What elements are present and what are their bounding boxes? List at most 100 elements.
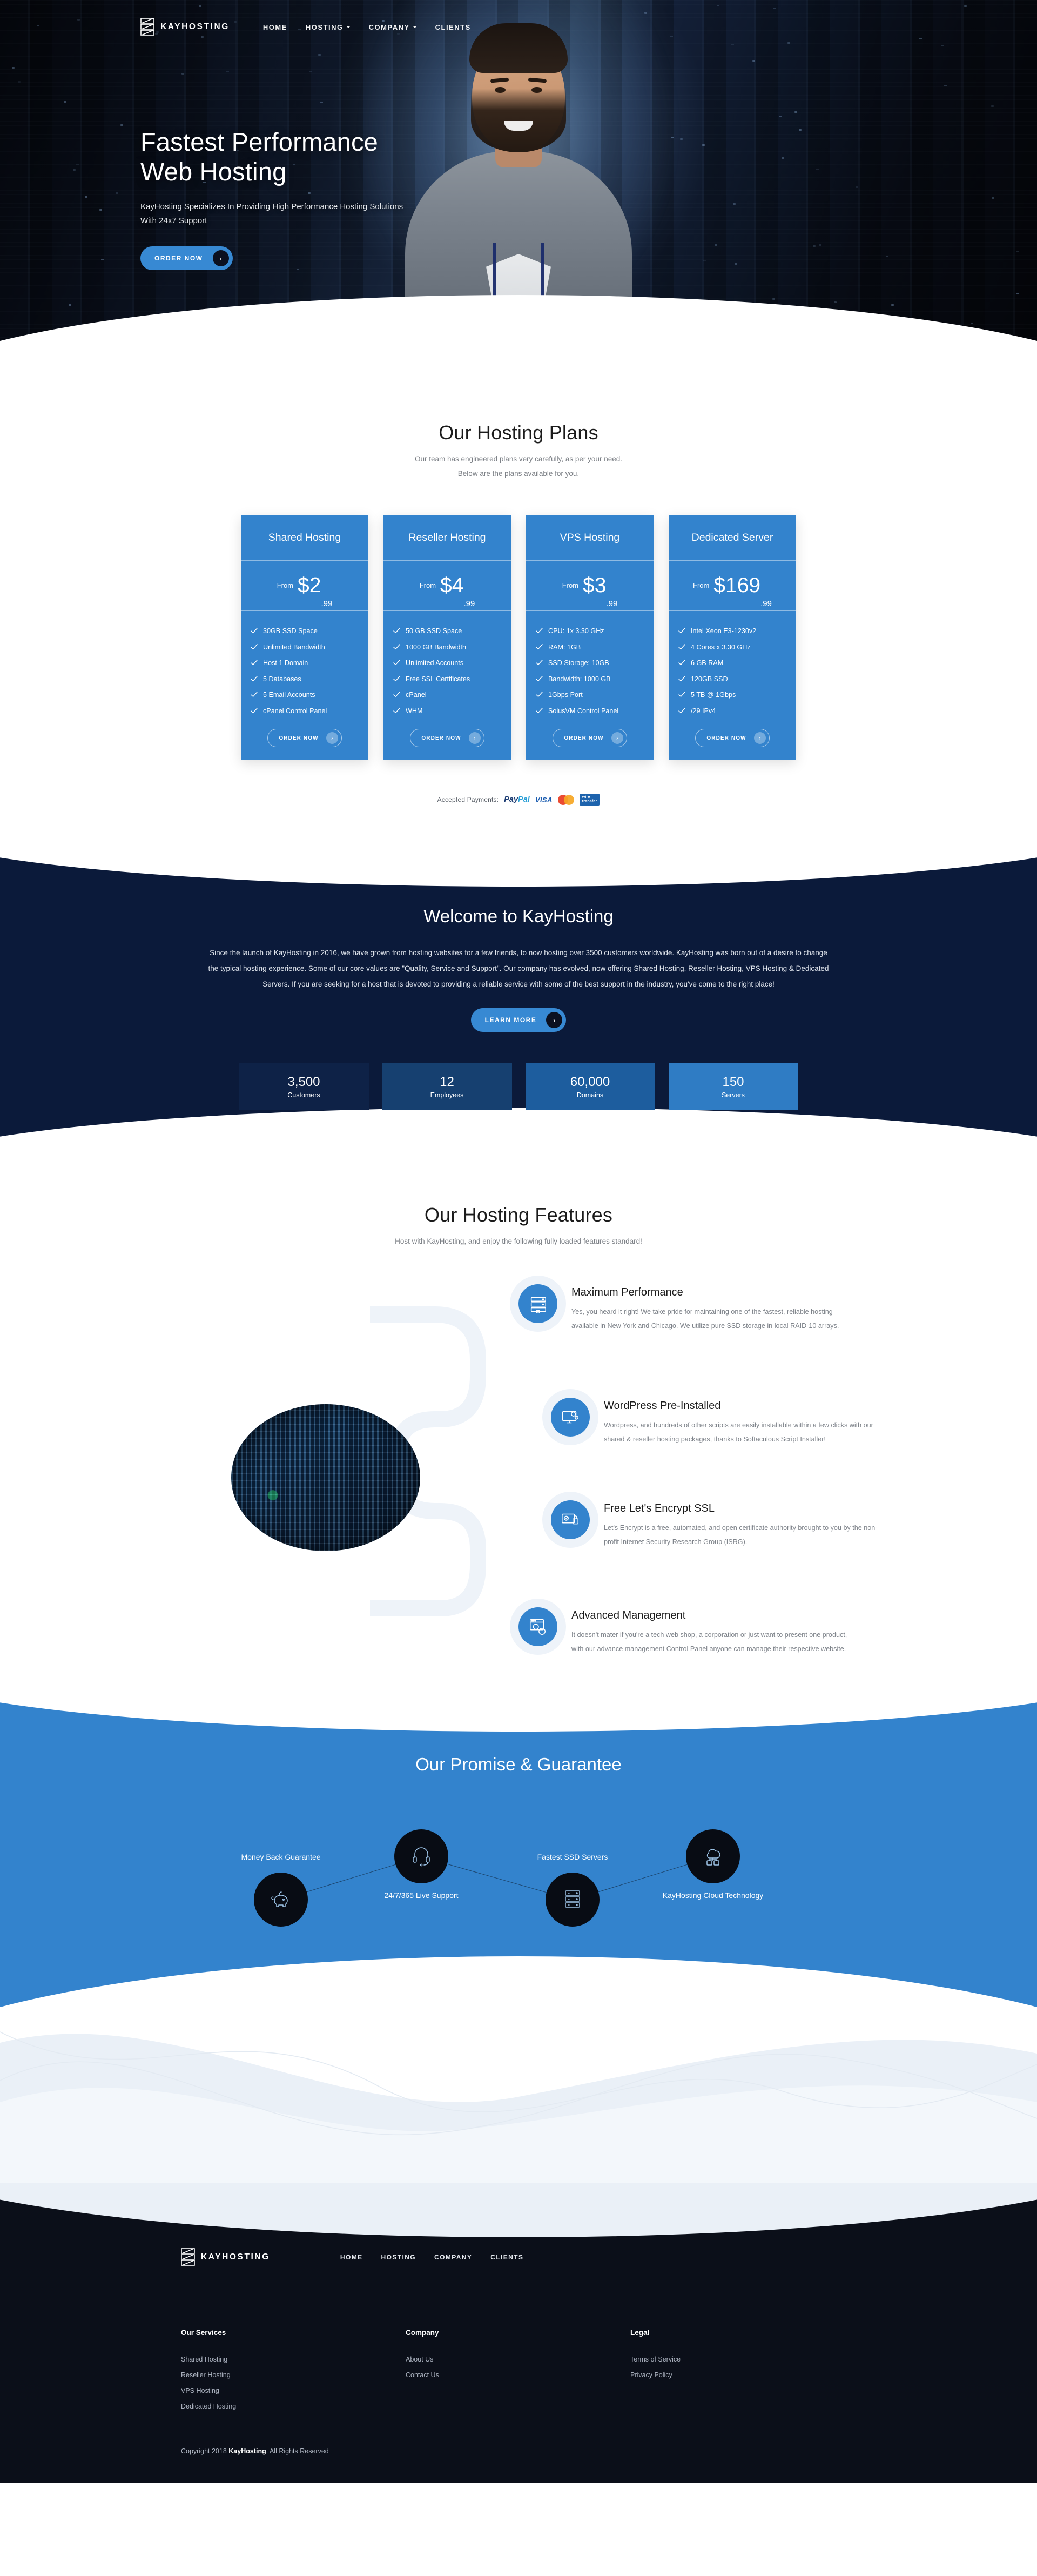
footer-top-curve: [0, 2183, 1037, 2237]
plan-order-now-button[interactable]: ORDER NOW ›: [553, 729, 627, 747]
accepted-payments: Accepted Payments: PayPal VISA wire trans…: [0, 794, 1037, 854]
promise-node: Fastest SSD Servers: [546, 1873, 600, 1927]
footer-link[interactable]: About Us: [406, 2352, 630, 2367]
datacenter-photo: [231, 1404, 420, 1551]
plan-feature-item: CPU: 1x 3.30 GHz: [536, 625, 644, 638]
brand-logo-link[interactable]: KAYHOSTING: [140, 18, 230, 36]
plan-feature-list: 30GB SSD Space Unlimited Bandwidth Host 1 …: [241, 611, 368, 723]
stat-card: 3,500 Customers: [239, 1063, 369, 1110]
plan-price-cents: .99: [463, 599, 475, 608]
check-icon: [251, 643, 258, 650]
features-diagram: Maximum Performance Yes, you heard it rig…: [205, 1284, 832, 1662]
check-icon: [393, 627, 400, 634]
check-icon: [536, 675, 543, 682]
plan-name: Reseller Hosting: [383, 515, 511, 561]
footer-nav-item-company[interactable]: COMPANY: [434, 2253, 472, 2261]
plan-feature-label: CPU: 1x 3.30 GHz: [548, 625, 604, 638]
plans-subtitle: Our team has engineered plans very caref…: [0, 452, 1037, 481]
chevron-down-icon: [346, 26, 351, 28]
features-subtitle: Host with KayHosting, and enjoy the foll…: [0, 1234, 1037, 1249]
feature-body: Wordpress, and hundreds of other scripts…: [604, 1419, 885, 1446]
promise-bottom-curve: [0, 1956, 1037, 2021]
plan-card[interactable]: Dedicated Server From $169 .99 Intel Xeon E3…: [669, 515, 796, 760]
promise-node: Money Back Guarantee: [254, 1873, 308, 1927]
check-icon: [678, 707, 685, 714]
accepted-payments-label: Accepted Payments:: [437, 796, 499, 803]
footer-link[interactable]: Terms of Service: [630, 2352, 855, 2367]
kayhosting-logo-icon: [181, 2248, 195, 2266]
page-root: KAYHOSTING HOME HOSTING COMPANY CLIENTS Fas…: [0, 0, 1037, 2483]
arrow-right-icon: ›: [213, 250, 229, 266]
check-icon: [678, 691, 685, 698]
promise-node-caption: 24/7/365 Live Support: [367, 1890, 475, 1901]
check-icon: [251, 659, 258, 666]
hero-order-now-button[interactable]: ORDER NOW ›: [140, 246, 233, 270]
plan-order-now-button[interactable]: ORDER NOW ›: [410, 729, 484, 747]
check-icon: [393, 707, 400, 714]
plan-price: From $3.99: [526, 561, 654, 611]
wave-svg: [0, 2021, 1037, 2183]
plan-feature-item: 6 GB RAM: [678, 656, 786, 670]
stat-card: 150 Servers: [669, 1063, 798, 1110]
footer-link[interactable]: Shared Hosting: [181, 2352, 406, 2367]
plan-feature-item: 5 Email Accounts: [251, 688, 359, 702]
footer-link[interactable]: Dedicated Hosting: [181, 2399, 406, 2414]
nav-item-company[interactable]: COMPANY: [369, 23, 417, 31]
welcome-top-curve: [0, 854, 1037, 887]
footer-link[interactable]: Privacy Policy: [630, 2367, 855, 2383]
footer-nav-item-clients[interactable]: CLIENTS: [490, 2253, 523, 2261]
check-icon: [536, 659, 543, 666]
footer-nav-item-home[interactable]: HOME: [340, 2253, 363, 2261]
features-section: Our Hosting Features Host with KayHostin…: [0, 1139, 1037, 1700]
plan-feature-label: 5 Databases: [263, 673, 301, 686]
top-navigation: KAYHOSTING HOME HOSTING COMPANY CLIENTS: [0, 0, 1037, 54]
footer-nav-item-hosting[interactable]: HOSTING: [381, 2253, 416, 2261]
promise-node: 24/7/365 Live Support: [394, 1829, 448, 1883]
footer-link[interactable]: Reseller Hosting: [181, 2367, 406, 2383]
plan-price-main: $2: [298, 575, 321, 596]
plan-price: From $2.99: [241, 561, 368, 611]
plan-card[interactable]: VPS Hosting From $3 .99 CPU: 1x 3.30 GHz RAM:…: [526, 515, 654, 760]
nav-item-hosting[interactable]: HOSTING: [306, 23, 351, 31]
hosting-plans-section: Our Hosting Plans Our team has engineere…: [0, 346, 1037, 854]
promise-node-caption: KayHosting Cloud Technology: [659, 1890, 767, 1901]
stat-label: Customers: [287, 1091, 320, 1099]
plan-feature-label: 5 Email Accounts: [263, 688, 315, 702]
check-icon: [536, 691, 543, 698]
feature-title: Advanced Management: [571, 1609, 852, 1622]
footer-copyright: Copyright 2018 KayHosting. All Rights Re…: [181, 2447, 856, 2455]
welcome-body: Since the launch of KayHosting in 2016, …: [208, 945, 829, 992]
plan-price-cents: .99: [606, 599, 617, 608]
nav-item-home[interactable]: HOME: [263, 23, 287, 31]
plan-order-now-label: ORDER NOW: [421, 735, 468, 741]
stat-number: 3,500: [287, 1074, 320, 1090]
mastercard-icon: [558, 795, 574, 805]
plan-feature-item: Unlimited Accounts: [393, 656, 501, 670]
footer-column-heading: Company: [406, 2329, 630, 2337]
plans-subtitle-line2: Below are the plans available for you.: [458, 469, 579, 478]
check-icon: [678, 659, 685, 666]
plan-order-now-button[interactable]: ORDER NOW ›: [267, 729, 341, 747]
plan-feature-label: Unlimited Bandwidth: [263, 641, 325, 654]
plan-feature-item: SolusVM Control Panel: [536, 705, 644, 718]
nav-item-clients[interactable]: CLIENTS: [435, 23, 471, 31]
promise-top-curve: [0, 1700, 1037, 1732]
plan-feature-item: 4 Cores x 3.30 GHz: [678, 641, 786, 654]
plan-card[interactable]: Reseller Hosting From $4 .99 50 GB SSD Space…: [383, 515, 511, 760]
check-icon: [393, 643, 400, 650]
plan-feature-item: WHM: [393, 705, 501, 718]
plan-name: VPS Hosting: [526, 515, 654, 561]
plan-card[interactable]: Shared Hosting From $2.99 30GB SSD Space Unl…: [241, 515, 368, 760]
check-icon: [678, 627, 685, 634]
check-icon: [251, 675, 258, 682]
footer-column-heading: Our Services: [181, 2329, 406, 2337]
plan-feature-item: 30GB SSD Space: [251, 625, 359, 638]
footer-link[interactable]: VPS Hosting: [181, 2383, 406, 2399]
learn-more-button[interactable]: LEARN MORE ›: [471, 1008, 567, 1032]
check-icon: [251, 627, 258, 634]
check-icon: [251, 707, 258, 714]
footer-brand-link[interactable]: KAYHOSTING: [181, 2248, 270, 2266]
plan-order-now-button[interactable]: ORDER NOW ›: [695, 729, 769, 747]
footer-link[interactable]: Contact Us: [406, 2367, 630, 2383]
feature-body: Yes, you heard it right! We take pride f…: [571, 1305, 852, 1333]
